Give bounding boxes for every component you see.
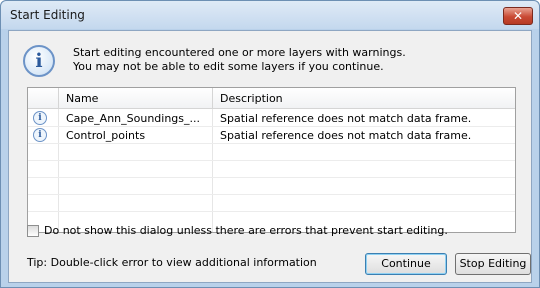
layer-name: Control_points (66, 129, 146, 142)
table-row[interactable]: i Cape_Ann_Soundings_... Spatial referen… (28, 110, 515, 127)
grid-row-line (28, 194, 515, 195)
column-separator[interactable] (212, 88, 213, 109)
layer-description: Spatial reference does not match data fr… (220, 129, 472, 142)
stop-editing-button[interactable]: Stop Editing (455, 253, 531, 275)
title-bar[interactable]: Start Editing ✕ (1, 1, 539, 29)
message-line-1: Start editing encountered one or more la… (73, 46, 406, 59)
column-separator[interactable] (58, 88, 59, 109)
dont-show-label[interactable]: Do not show this dialog unless there are… (44, 224, 448, 237)
layer-warning-grid[interactable]: Name Description i Cape_Ann_Soundings_..… (27, 87, 516, 233)
layer-name: Cape_Ann_Soundings_... (66, 112, 201, 125)
continue-button[interactable]: Continue (365, 253, 447, 275)
grid-header: Name Description (28, 88, 515, 109)
info-icon: i (23, 45, 55, 77)
warning-message: Start editing encountered one or more la… (73, 46, 406, 74)
grid-row-line (28, 211, 515, 212)
close-button[interactable]: ✕ (503, 7, 533, 25)
layer-description: Spatial reference does not match data fr… (220, 112, 472, 125)
start-editing-dialog: Start Editing ✕ i Start editing encounte… (0, 0, 540, 288)
dont-show-checkbox[interactable] (27, 225, 39, 237)
dialog-body: i Start editing encountered one or more … (8, 30, 532, 283)
close-icon: ✕ (512, 9, 524, 23)
column-header-description[interactable]: Description (220, 92, 283, 105)
table-row[interactable]: i Control_points Spatial reference does … (28, 127, 515, 144)
info-icon: i (33, 111, 47, 125)
grid-row-line (28, 160, 515, 161)
grid-row-line (28, 177, 515, 178)
info-icon: i (33, 128, 47, 142)
dialog-title: Start Editing (10, 8, 85, 22)
message-line-2: You may not be able to edit some layers … (73, 60, 384, 73)
column-header-name[interactable]: Name (66, 92, 98, 105)
tip-text: Tip: Double-click error to view addition… (27, 256, 317, 269)
